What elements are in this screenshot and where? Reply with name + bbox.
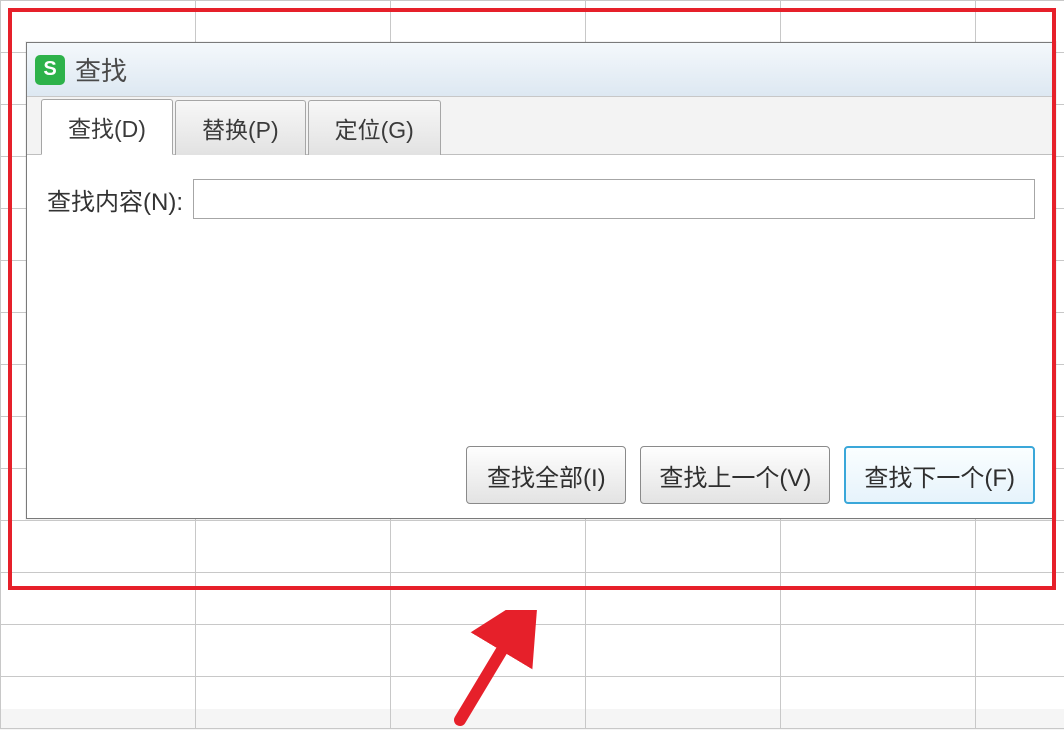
find-dialog: S 查找 查找(D) 替换(P) 定位(G) 查找内容(N): 查找全部(I) …: [26, 42, 1056, 519]
tab-strip: 查找(D) 替换(P) 定位(G): [27, 97, 1055, 155]
find-next-button[interactable]: 查找下一个(F): [844, 446, 1035, 504]
find-content-label: 查找内容(N):: [47, 182, 183, 217]
find-all-button[interactable]: 查找全部(I): [466, 446, 626, 504]
dialog-titlebar[interactable]: S 查找: [27, 43, 1055, 97]
tab-goto[interactable]: 定位(G): [308, 100, 441, 155]
tab-find[interactable]: 查找(D): [41, 99, 173, 155]
find-field-row: 查找内容(N):: [47, 179, 1035, 219]
dialog-title: 查找: [75, 51, 127, 88]
dialog-button-row: 查找全部(I) 查找上一个(V) 查找下一个(F): [47, 434, 1035, 504]
find-prev-button[interactable]: 查找上一个(V): [640, 446, 830, 504]
dialog-body: 查找内容(N): 查找全部(I) 查找上一个(V) 查找下一个(F): [27, 155, 1055, 518]
tab-replace[interactable]: 替换(P): [175, 100, 306, 155]
find-content-input[interactable]: [193, 179, 1035, 219]
app-icon: S: [35, 55, 65, 85]
